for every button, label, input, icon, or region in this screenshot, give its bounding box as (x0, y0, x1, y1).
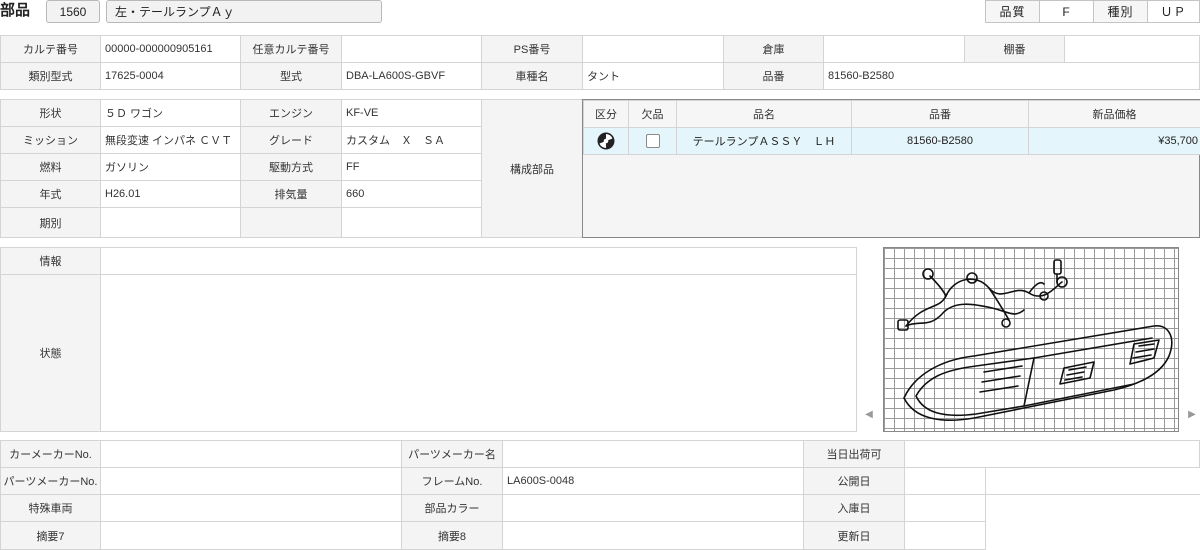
opt-karte-value (341, 35, 482, 63)
model-label: 型式 (240, 62, 342, 90)
publish-label: 公開日 (803, 467, 905, 495)
kind-value: ＵＰ (1147, 0, 1200, 23)
fuel-value: ガソリン (100, 153, 241, 181)
year-label: 年式 (0, 180, 101, 208)
components-label: 構成部品 (481, 99, 583, 238)
grade-label: グレード (240, 126, 342, 154)
year-value: H26.01 (100, 180, 241, 208)
period-spacer-value (341, 207, 482, 238)
col-header-partno: 品番 (851, 100, 1029, 128)
part-name-box: 左・テールランプＡｙ (106, 0, 382, 23)
displacement-label: 排気量 (240, 180, 342, 208)
drive-value: FF (341, 153, 482, 181)
col-header-category: 区分 (583, 100, 629, 128)
drive-label: 駆動方式 (240, 153, 342, 181)
update-label: 更新日 (803, 521, 905, 550)
fuel-label: 燃料 (0, 153, 101, 181)
part-code-box: 1560 (46, 0, 100, 23)
mission-value: 無段変速 インパネ ＣＶＴ (100, 126, 241, 154)
ship-today-value (904, 440, 1200, 468)
partno-value: 81560-B2580 (823, 62, 1200, 90)
engine-label: エンジン (240, 99, 342, 127)
grade-value: カスタム Ｘ ＳＡ (341, 126, 482, 154)
arrival-label: 入庫日 (803, 494, 905, 522)
mission-label: ミッション (0, 126, 101, 154)
quality-value: F (1039, 0, 1094, 23)
memo7-value (100, 521, 402, 550)
model-value: DBA-LA600S-GBVF (341, 62, 482, 90)
part-diagram-image (883, 247, 1179, 432)
col-header-missing: 欠品 (628, 100, 677, 128)
info-value (100, 247, 857, 275)
color-label: 部品カラー (401, 494, 503, 522)
shape-value: ５Ｄ ワゴン (100, 99, 241, 127)
table-row-partno[interactable]: 81560-B2580 (851, 127, 1029, 155)
karte-value: 00000-000000905161 (100, 35, 241, 63)
status-value (100, 274, 857, 432)
components-panel: 区分 欠品 品名 品番 新品価格 テールランプＡＳＳＹ ＬＨ 81560-B25… (582, 99, 1200, 238)
opt-karte-label: 任意カルテ番号 (240, 35, 342, 63)
publish-value (904, 467, 986, 495)
period-spacer (240, 207, 342, 238)
maker-no-label: カーメーカーNo. (0, 440, 101, 468)
partno-label: 品番 (723, 62, 824, 90)
memo8-value (502, 521, 804, 550)
part-image-viewer[interactable]: ◀ ▶ (857, 247, 1200, 432)
car-label: 車種名 (481, 62, 583, 90)
parts-maker-name-label: パーツメーカー名 (401, 440, 503, 468)
table-row-missing[interactable] (628, 127, 677, 155)
shelf-value (1064, 35, 1200, 63)
color-value (502, 494, 804, 522)
missing-checkbox[interactable] (645, 134, 660, 148)
car-value: タント (582, 62, 724, 90)
period-value (100, 207, 241, 238)
frame-value: LA600S-0048 (502, 467, 804, 495)
parts-maker-no-value (100, 467, 402, 495)
period-label: 期別 (0, 207, 101, 238)
karte-label: カルテ番号 (0, 35, 101, 63)
class-label: 類別型式 (0, 62, 101, 90)
table-row-category[interactable] (583, 127, 629, 155)
table-row-name[interactable]: テールランプＡＳＳＹ ＬＨ (676, 127, 852, 155)
maker-no-value (100, 440, 402, 468)
shape-label: 形状 (0, 99, 101, 127)
special-value (100, 494, 402, 522)
quality-label: 品質 (985, 0, 1040, 23)
col-header-price: 新品価格 (1028, 100, 1200, 128)
warehouse-label: 倉庫 (723, 35, 824, 63)
disc-icon (597, 132, 615, 150)
special-label: 特殊車両 (0, 494, 101, 522)
kind-label: 種別 (1093, 0, 1148, 23)
engine-value: KF-VE (341, 99, 482, 127)
shelf-label: 棚番 (964, 35, 1065, 63)
arrival-value (904, 494, 986, 522)
memo8-label: 摘要8 (401, 521, 503, 550)
displacement-value: 660 (341, 180, 482, 208)
parts-maker-name-value (502, 440, 804, 468)
update-value (904, 521, 986, 550)
info-label: 情報 (0, 247, 101, 275)
image-scroll-right-arrow[interactable]: ▶ (1185, 407, 1199, 421)
right-divider (985, 494, 1200, 495)
ps-label: PS番号 (481, 35, 583, 63)
status-label: 状態 (0, 274, 101, 432)
frame-label: フレームNo. (401, 467, 503, 495)
memo7-label: 摘要7 (0, 521, 101, 550)
warehouse-value (823, 35, 965, 63)
image-scroll-left-arrow[interactable]: ◀ (862, 407, 876, 421)
col-header-name: 品名 (676, 100, 852, 128)
parts-maker-no-label: パーツメーカーNo. (0, 467, 101, 495)
ps-value (582, 35, 724, 63)
class-value: 17625-0004 (100, 62, 241, 90)
table-row-price[interactable]: ¥35,700 (1028, 127, 1200, 155)
page-title: 部品 (0, 2, 31, 19)
ship-today-label: 当日出荷可 (803, 440, 905, 468)
